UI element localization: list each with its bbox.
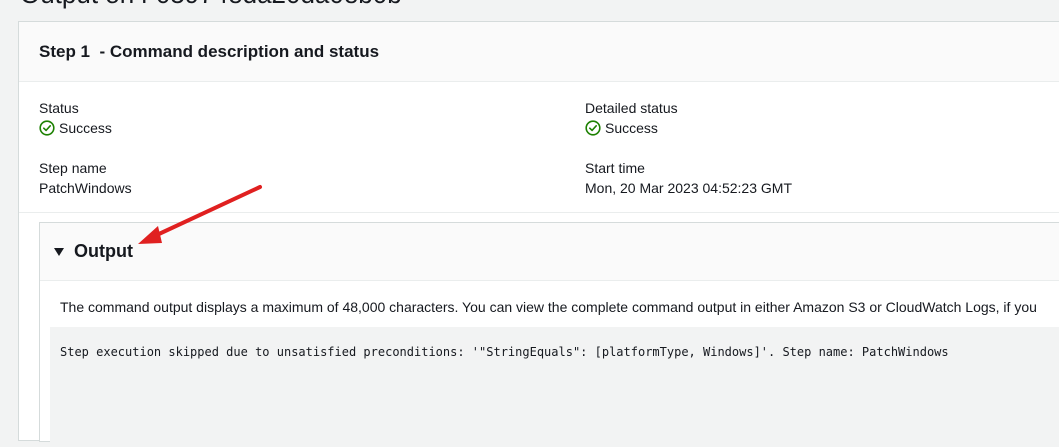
start-time-value: Mon, 20 Mar 2023 04:52:23 GMT [585, 180, 792, 196]
status-label: Status [39, 100, 79, 116]
detailed-status-label: Detailed status [585, 100, 678, 116]
output-panel: Output The command output displays a max… [39, 222, 1059, 447]
output-note: The command output displays a maximum of… [60, 299, 1037, 315]
step-status-panel: Step 1 - Command description and status … [18, 21, 1059, 447]
step-panel-title: Step 1 - Command description and status [39, 41, 380, 61]
output-expander[interactable]: Output [40, 223, 1059, 281]
output-title: Output [74, 241, 133, 261]
check-circle-icon [39, 120, 55, 136]
detailed-status-value-text: Success [605, 120, 658, 136]
status-field: Status Success [39, 98, 112, 138]
page-heading: Output on i-05974eda20da0eb0b [20, 0, 402, 8]
check-circle-icon [585, 120, 601, 136]
detailed-status-value: Success [585, 118, 678, 138]
start-time-field: Start time Mon, 20 Mar 2023 04:52:23 GMT [585, 158, 792, 198]
caret-down-icon [54, 248, 64, 256]
step-name-label: Step name [39, 160, 107, 176]
section-divider [19, 212, 1059, 213]
step-name-field: Step name PatchWindows [39, 158, 132, 198]
command-output: Step execution skipped due to unsatisfie… [50, 327, 1059, 447]
status-value: Success [39, 118, 112, 138]
step-name-value: PatchWindows [39, 180, 132, 196]
detailed-status-field: Detailed status Success [585, 98, 678, 138]
step-panel-header: Step 1 - Command description and status [19, 22, 1059, 82]
status-value-text: Success [59, 120, 112, 136]
start-time-label: Start time [585, 160, 645, 176]
